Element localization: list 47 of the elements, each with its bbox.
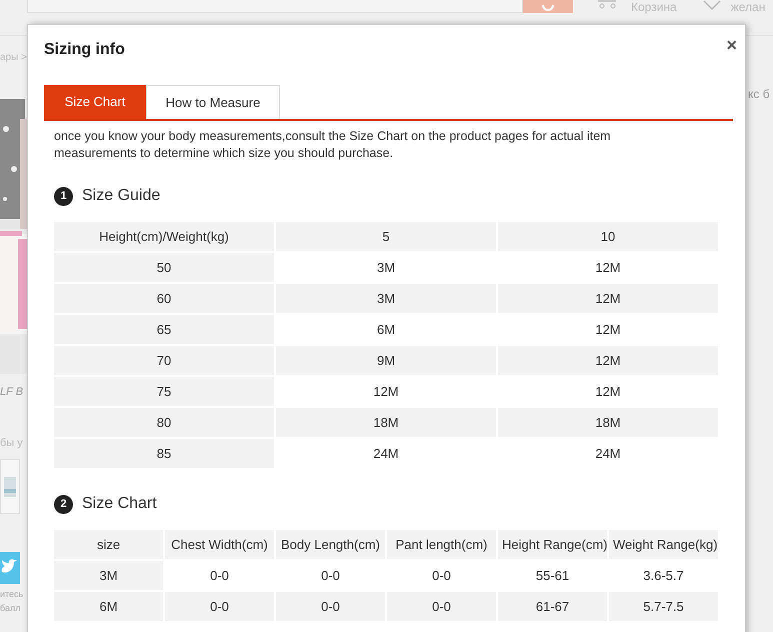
table-header-cell: Body Length(cm) xyxy=(275,529,386,560)
step-number: 2 xyxy=(54,494,73,514)
social-text: балл xyxy=(0,602,22,614)
table-cell: 65 xyxy=(53,314,275,345)
table-cell: 61-67 xyxy=(497,591,608,622)
twitter-icon[interactable] xyxy=(0,552,20,584)
section-title: Size Guide xyxy=(82,186,160,206)
table-cell: 5.7-7.5 xyxy=(608,591,719,622)
table-cell: 3M xyxy=(53,560,164,591)
table-cell: 6M xyxy=(53,591,164,622)
table-header-cell: Weight Range(kg) xyxy=(608,529,719,560)
search-button[interactable] xyxy=(523,0,573,13)
table-header-cell: size xyxy=(53,529,164,560)
table-header-cell: 5 xyxy=(275,221,497,252)
product-title: LF B xyxy=(0,385,24,400)
table-header-cell: Height Range(cm) xyxy=(497,529,608,560)
table-header-cell: 10 xyxy=(497,221,719,252)
table-cell: 9M xyxy=(275,345,497,376)
table-cell: 80 xyxy=(53,407,275,438)
table-cell: 18M xyxy=(497,407,719,438)
section-title: Size Chart xyxy=(82,494,157,514)
table-cell: 18M xyxy=(275,407,497,438)
table-cell: 0-0 xyxy=(386,591,497,622)
table-header-cell: Height(cm)/Weight(kg) xyxy=(53,221,275,252)
table-cell: 75 xyxy=(53,376,275,407)
table-cell: 0-0 xyxy=(275,591,386,622)
table-header-cell: Chest Width(cm) xyxy=(164,529,275,560)
table-cell: 60 xyxy=(53,283,275,314)
dialog-title: Sizing info xyxy=(44,40,125,60)
tab[interactable]: Size Chart xyxy=(44,85,146,119)
table-cell: 12M xyxy=(497,283,719,314)
thumbnail[interactable] xyxy=(0,459,20,514)
side-text: кс б xyxy=(748,87,770,101)
social-text: итесь xyxy=(0,588,24,601)
close-button[interactable]: × xyxy=(726,36,737,54)
table-cell: 70 xyxy=(53,345,275,376)
table-cell: 50 xyxy=(53,252,275,283)
table-cell: 85 xyxy=(53,438,275,469)
cart-icon[interactable] xyxy=(597,0,619,10)
table-cell: 0-0 xyxy=(164,591,275,622)
intro-text: once you know your body measurements,consult the Size Chart on the product pages for actual item measurements to determine which size you should purchase. xyxy=(53,128,612,162)
table-header-cell: Pant length(cm) xyxy=(386,529,497,560)
tab[interactable]: How to Measure xyxy=(146,85,280,119)
table-cell: 3M xyxy=(275,283,497,314)
step-number: 1 xyxy=(54,186,73,206)
search-field[interactable] xyxy=(27,0,523,13)
table-cell: 12M xyxy=(497,345,719,376)
